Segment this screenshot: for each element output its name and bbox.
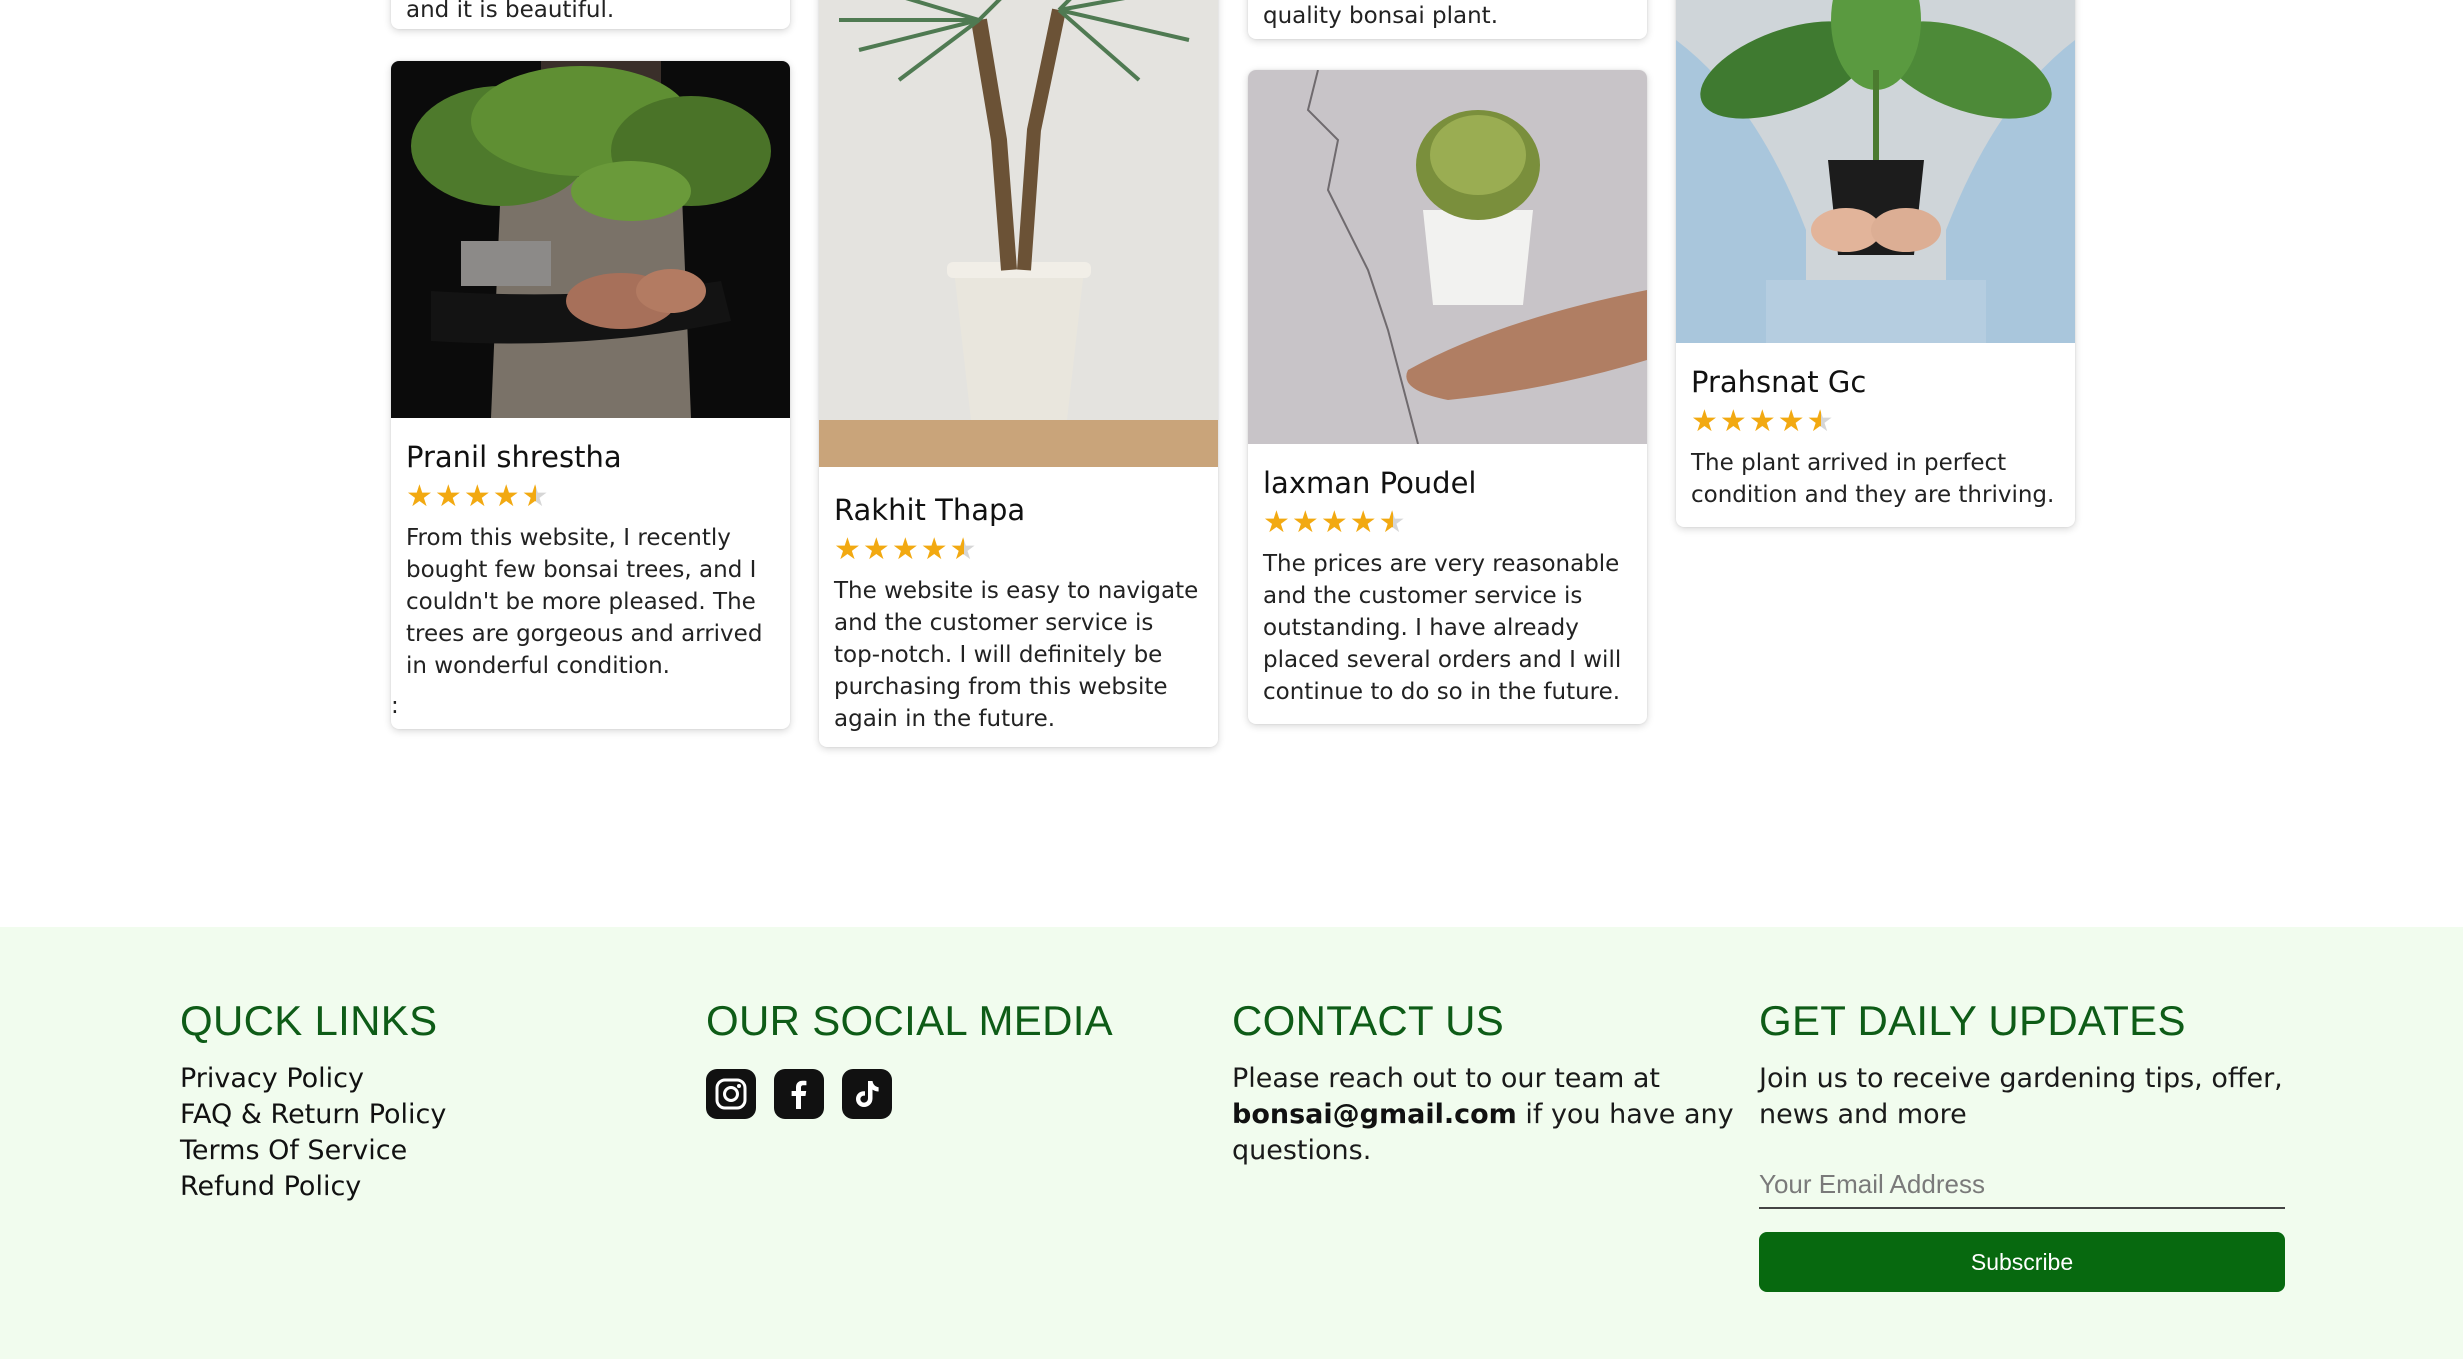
review-text: The plant arrived in perfect condition a… xyxy=(1691,450,2055,508)
review-text: The website is easy to navigate and the … xyxy=(834,578,1199,732)
star-icon: ★ xyxy=(1349,505,1377,540)
half-star-icon: ★ xyxy=(1806,404,1834,439)
review-photo xyxy=(819,0,1218,467)
star-icon: ★ xyxy=(1719,404,1747,439)
reviews-section: and it is beautiful. Pranil shrestha ★ ★ ★… xyxy=(0,0,2463,927)
contact-text: Please reach out to our team at bonsai@g… xyxy=(1232,1061,1752,1169)
reviewer-name: Pranil shrestha xyxy=(406,440,622,474)
review-card: Prahsnat Gc ★ ★ ★ ★ ★ The plant arrived in p… xyxy=(1676,0,2075,527)
review-card: Pranil shrestha ★ ★ ★ ★ ★ From this website,… xyxy=(391,61,790,729)
review-trailing-text: : xyxy=(391,693,399,719)
privacy-policy-link[interactable]: Privacy Policy xyxy=(180,1061,700,1097)
reviewer-name: laxman Poudel xyxy=(1263,466,1477,500)
instagram-icon[interactable] xyxy=(706,1069,756,1119)
social-media-section: OUR SOCIAL MEDIA xyxy=(706,997,1226,1119)
daily-updates-heading: GET DAILY UPDATES xyxy=(1759,997,2186,1044)
review-text: and it is beautiful. xyxy=(406,0,615,23)
star-icon: ★ xyxy=(1320,505,1348,540)
rating-stars: ★ ★ ★ ★ ★ xyxy=(1676,407,2075,437)
star-icon: ★ xyxy=(834,532,861,567)
review-photo xyxy=(1248,70,1647,444)
daily-updates-text: Join us to receive gardening tips, offer… xyxy=(1759,1063,2283,1130)
facebook-icon[interactable] xyxy=(774,1069,824,1119)
star-icon: ★ xyxy=(920,532,948,567)
star-icon: ★ xyxy=(1291,505,1319,540)
star-icon: ★ xyxy=(406,479,433,514)
star-icon: ★ xyxy=(1691,404,1718,439)
star-icon: ★ xyxy=(1263,505,1290,540)
social-icons xyxy=(706,1069,1226,1119)
half-star-icon: ★ xyxy=(521,479,549,514)
quick-links-heading: QUCK LINKS xyxy=(180,997,438,1044)
half-star-icon: ★ xyxy=(949,532,977,567)
star-icon: ★ xyxy=(862,532,890,567)
review-card-partial: quality bonsai plant. xyxy=(1248,0,1647,39)
review-card: Rakhit Thapa ★ ★ ★ ★ ★ The website is easy t… xyxy=(819,0,1218,747)
star-icon: ★ xyxy=(434,479,462,514)
contact-text-before: Please reach out to our team at xyxy=(1232,1063,1660,1094)
contact-section: CONTACT US Please reach out to our team … xyxy=(1232,997,1752,1169)
star-icon: ★ xyxy=(891,532,919,567)
quick-links-list: Privacy Policy FAQ & Return Policy Terms… xyxy=(180,1061,700,1205)
refund-policy-link[interactable]: Refund Policy xyxy=(180,1169,700,1205)
star-icon: ★ xyxy=(1777,404,1805,439)
star-icon: ★ xyxy=(1748,404,1776,439)
reviewer-name: Prahsnat Gc xyxy=(1691,365,1867,399)
quick-links-section: QUCK LINKS Privacy Policy FAQ & Return P… xyxy=(180,997,700,1205)
rating-stars: ★ ★ ★ ★ ★ xyxy=(391,482,790,512)
review-photo xyxy=(1676,0,2075,343)
review-photo xyxy=(391,61,790,418)
review-text: The prices are very reasonable and the c… xyxy=(1263,551,1622,705)
contact-email[interactable]: bonsai@gmail.com xyxy=(1232,1099,1517,1130)
contact-heading: CONTACT US xyxy=(1232,997,1505,1044)
social-media-heading: OUR SOCIAL MEDIA xyxy=(706,997,1113,1044)
footer: QUCK LINKS Privacy Policy FAQ & Return P… xyxy=(0,927,2463,1359)
rating-stars: ★ ★ ★ ★ ★ xyxy=(1248,508,1647,538)
reviewer-name: Rakhit Thapa xyxy=(834,493,1026,527)
email-input[interactable] xyxy=(1759,1161,2285,1209)
faq-return-policy-link[interactable]: FAQ & Return Policy xyxy=(180,1097,700,1133)
half-star-icon: ★ xyxy=(1378,505,1406,540)
review-card: laxman Poudel ★ ★ ★ ★ ★ The prices are very … xyxy=(1248,70,1647,724)
tiktok-icon[interactable] xyxy=(842,1069,892,1119)
daily-updates-section: GET DAILY UPDATES Join us to receive gar… xyxy=(1759,997,2299,1292)
review-text: quality bonsai plant. xyxy=(1263,3,1499,29)
rating-stars: ★ ★ ★ ★ ★ xyxy=(819,535,1218,565)
terms-of-service-link[interactable]: Terms Of Service xyxy=(180,1133,700,1169)
subscribe-button[interactable]: Subscribe xyxy=(1759,1232,2285,1292)
review-card-partial: and it is beautiful. xyxy=(391,0,790,29)
star-icon: ★ xyxy=(463,479,491,514)
star-icon: ★ xyxy=(492,479,520,514)
review-text: From this website, I recently bought few… xyxy=(406,525,763,679)
